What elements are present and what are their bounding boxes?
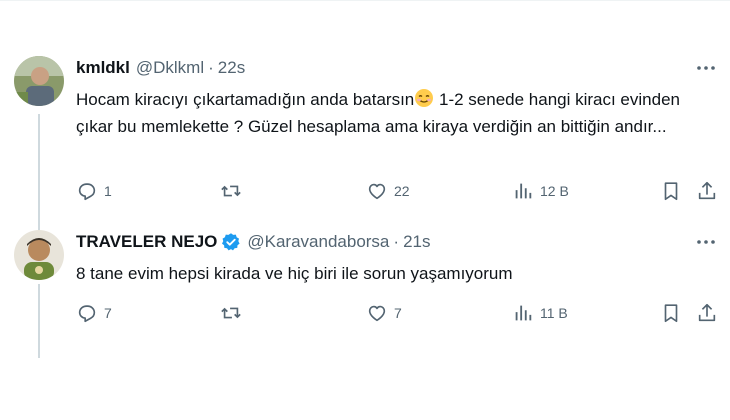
retweet-icon [221, 307, 241, 319]
view-count: 12 B [540, 183, 569, 199]
tweet-text: Hocam kiracıyı çıkartamadığın anda batar… [76, 86, 716, 140]
display-name[interactable]: TRAVELER NEJO [76, 232, 217, 252]
retweet-button[interactable] [220, 298, 248, 328]
like-button[interactable]: 22 [366, 176, 410, 206]
like-icon [368, 183, 386, 200]
tweet-header: kmldkl @Dklkml · 22s [76, 58, 245, 78]
user-handle[interactable]: @Dklkml [136, 58, 204, 78]
timestamp[interactable]: 22s [218, 58, 245, 78]
separator: · [208, 58, 214, 77]
retweet-button[interactable] [220, 176, 248, 206]
tweet-text: 8 tane evim hepsi kirada ve hiç biri ile… [76, 264, 513, 283]
smiling-face-icon [414, 88, 434, 108]
tweet-header: TRAVELER NEJO @Karavandaborsa · 21s [76, 232, 430, 252]
tweet[interactable]: TRAVELER NEJO @Karavandaborsa · 21s 8 ta… [0, 222, 730, 358]
avatar[interactable] [14, 230, 64, 280]
action-bar: 1 22 12 B [70, 176, 730, 206]
reply-button[interactable]: 1 [76, 176, 112, 206]
like-count: 22 [394, 183, 410, 199]
display-name[interactable]: kmldkl [76, 58, 130, 78]
reply-icon [78, 183, 96, 201]
views-icon [515, 183, 532, 199]
bookmark-icon [664, 182, 678, 201]
thread-line [38, 284, 40, 358]
more-icon[interactable] [694, 56, 718, 80]
view-count: 11 B [540, 305, 568, 321]
like-count: 7 [394, 305, 402, 321]
share-button[interactable] [696, 298, 718, 328]
share-icon [698, 181, 716, 200]
share-icon [698, 303, 716, 322]
bookmark-icon [664, 304, 678, 323]
retweet-icon [221, 185, 241, 197]
separator: · [393, 232, 400, 251]
tweet[interactable]: kmldkl @Dklkml · 22s Hocam kiracıyı çıka… [0, 48, 730, 272]
bookmark-button[interactable] [660, 176, 682, 206]
views-button[interactable]: 11 B [512, 298, 568, 328]
avatar[interactable] [14, 56, 64, 106]
like-icon [368, 305, 386, 322]
like-button[interactable]: 7 [366, 298, 402, 328]
bookmark-button[interactable] [660, 298, 682, 328]
views-button[interactable]: 12 B [512, 176, 569, 206]
share-button[interactable] [696, 176, 718, 206]
reply-icon [78, 305, 96, 323]
tweet-text-part: Hocam kiracıyı çıkartamadığın anda batar… [76, 90, 415, 109]
timestamp[interactable]: 21s [403, 232, 430, 252]
more-icon[interactable] [694, 230, 718, 254]
reply-count: 7 [104, 305, 112, 321]
reply-count: 1 [104, 183, 112, 199]
verified-badge-icon [221, 232, 241, 252]
reply-button[interactable]: 7 [76, 298, 112, 328]
user-handle[interactable]: @Karavandaborsa [247, 232, 389, 252]
action-bar: 7 7 11 B [70, 298, 730, 328]
views-icon [515, 305, 532, 321]
top-divider [0, 0, 730, 1]
